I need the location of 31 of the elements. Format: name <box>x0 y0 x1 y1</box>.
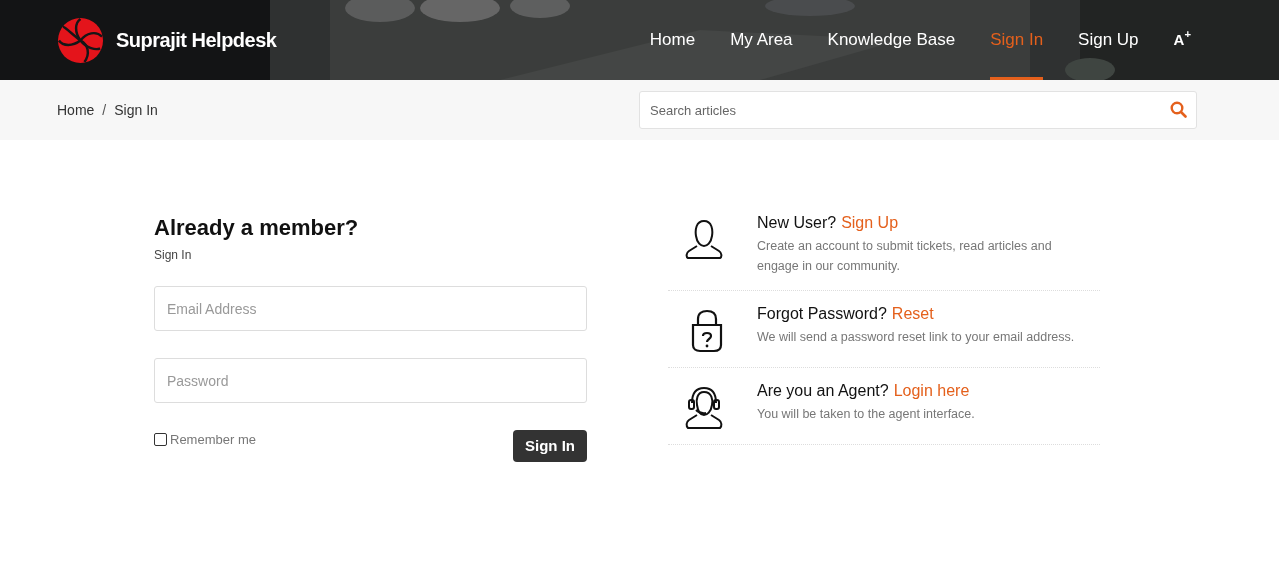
form-subtitle: Sign In <box>154 247 193 264</box>
nav-link[interactable]: Sign Up <box>1078 0 1139 80</box>
form-heading: Already a member? <box>154 214 360 242</box>
option-description: We will send a password reset link to your email address. <box>757 329 1075 346</box>
option-link[interactable]: Login here <box>893 382 970 399</box>
option-question: New User? <box>757 214 837 231</box>
option-question: Forgot Password? <box>757 305 887 322</box>
option-description: Create an account to submit tickets, read articles and engage in our community. <box>757 238 1053 275</box>
sign-in-button[interactable]: Sign In <box>513 430 587 462</box>
logo-icon <box>57 16 104 64</box>
search-field[interactable]: Search articles <box>639 91 1197 129</box>
nav-link[interactable]: Knowledge Base <box>827 0 956 80</box>
breadcrumb-separator: / <box>102 100 107 120</box>
nav-link[interactable]: My Area <box>730 0 793 80</box>
search-icon[interactable] <box>1170 101 1187 118</box>
checkbox[interactable] <box>154 433 167 447</box>
brand-name[interactable]: Suprajit Helpdesk <box>116 25 277 55</box>
remember-me-label: Remember me <box>170 431 256 449</box>
input-field[interactable]: Password <box>154 358 587 403</box>
font-size-button[interactable]: A$^{+}$ <box>1173 0 1191 80</box>
user-icon <box>684 218 724 260</box>
breadcrumb-link[interactable]: Home <box>57 99 95 121</box>
option-description: You will be taken to the agent interface. <box>757 406 975 423</box>
lock-icon <box>690 309 724 353</box>
option-link[interactable]: Reset <box>891 305 934 322</box>
option-question: Are you an Agent? <box>757 382 889 399</box>
breadcrumb-link[interactable]: Sign In <box>114 99 158 121</box>
input-field[interactable]: Email Address <box>154 286 587 331</box>
agent-headset-icon <box>684 386 724 430</box>
option-link[interactable]: Sign Up <box>841 214 899 231</box>
nav-link[interactable]: Home <box>649 0 696 80</box>
